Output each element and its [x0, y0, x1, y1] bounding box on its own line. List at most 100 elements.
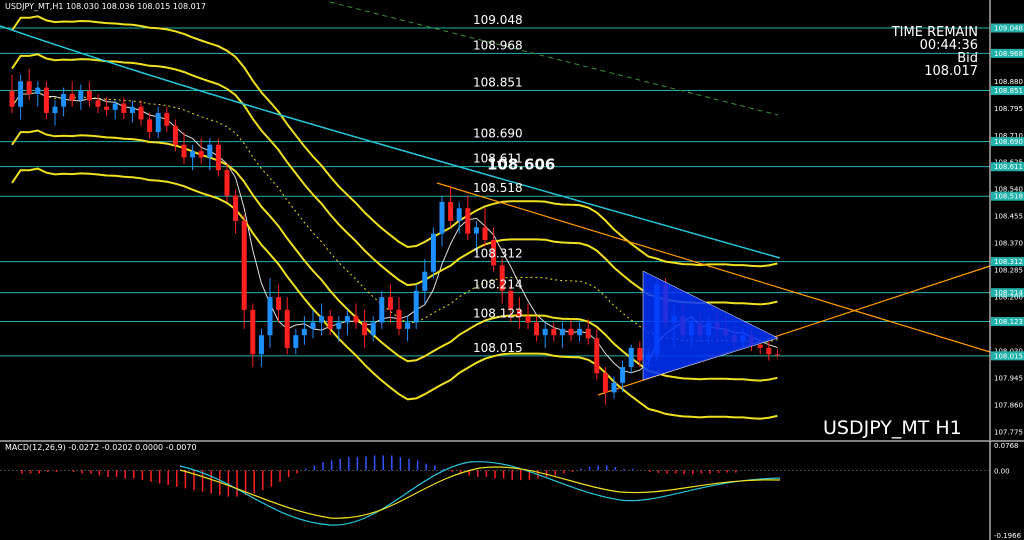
candle-bull — [422, 271, 428, 291]
candle-bull — [456, 208, 462, 221]
axis-tick-label: 107.945 — [994, 375, 1023, 383]
axis-tick-label: 108.123 — [994, 318, 1023, 326]
candle-bull — [267, 297, 273, 336]
candle-bear — [353, 316, 359, 323]
candle-bull — [405, 322, 411, 329]
candle-bear — [86, 90, 92, 101]
axis-tick-label: 107.860 — [994, 402, 1023, 410]
candle-bear — [585, 328, 591, 339]
level-labels: 109.048108.968108.851108.690108.611108.5… — [473, 13, 555, 355]
axis-tick-label: 108.795 — [994, 105, 1023, 113]
candle-bear — [233, 195, 239, 221]
candle-bear — [276, 297, 282, 310]
candle-bull — [628, 347, 634, 367]
axis-tick-label: 108.200 — [994, 294, 1023, 302]
candle-bull — [620, 366, 626, 383]
candle-bear — [525, 316, 531, 323]
level-label: 108.518 — [473, 181, 523, 195]
candle-bear — [104, 106, 110, 110]
candle-bear — [482, 227, 488, 240]
candle-bear — [284, 309, 290, 348]
candle-bull — [78, 90, 84, 101]
axis-tick-label: 108.690 — [994, 138, 1023, 146]
candle-bear — [551, 328, 557, 336]
axis-tick-label: 108.518 — [994, 193, 1023, 201]
candle-bear — [26, 81, 32, 95]
candle-bull — [319, 316, 325, 323]
axis-tick-label: 108.370 — [994, 240, 1023, 248]
triangle-pattern — [642, 270, 779, 381]
level-label: 108.123 — [473, 307, 523, 321]
candle-bull — [413, 290, 419, 323]
candle-bull — [258, 335, 264, 355]
macd-tick-label: 0.00 — [994, 467, 1010, 475]
axis-tick-label: 108.611 — [994, 163, 1023, 171]
candle-bull — [559, 328, 565, 336]
candle-bear — [224, 170, 230, 196]
candle-bull — [207, 144, 213, 158]
trend-dashed — [329, 1, 779, 116]
candle-bull — [611, 382, 617, 393]
candle-bear — [198, 151, 204, 158]
axis-tick-label: 109.048 — [994, 25, 1023, 33]
price-axis: 109.048108.968108.880108.851108.795108.7… — [989, 0, 1024, 440]
candle-bear — [387, 297, 393, 310]
macd-info: MACD(12,26,9) -0.0272 -0.0202 0.0000 -0.… — [5, 443, 197, 452]
symbol-info: USDJPY_MT,H1 108.030 108.036 108.015 108… — [5, 2, 206, 11]
candle-bear — [396, 309, 402, 329]
candle-bull — [190, 151, 196, 158]
candle-bull — [155, 113, 161, 133]
candle-bear — [774, 354, 780, 356]
candle-bear — [362, 322, 368, 336]
candle-bull — [129, 106, 135, 114]
candle-bull — [301, 328, 307, 336]
bid-value: 108.017 — [924, 64, 978, 79]
candle-bear — [164, 113, 170, 126]
candle-bull — [344, 316, 350, 323]
candle-bull — [379, 297, 385, 323]
macd-tick-label: -0.1966 — [994, 532, 1022, 540]
candle-bear — [602, 373, 608, 393]
level-label: 108.015 — [473, 341, 523, 355]
candle-bull — [61, 94, 67, 107]
axis-tick-label: 108.851 — [994, 87, 1023, 95]
candle-bear — [95, 100, 101, 107]
candle-bull — [310, 322, 316, 329]
candle-bull — [542, 328, 548, 336]
candle-bear — [43, 87, 49, 114]
candle-bear — [121, 103, 127, 114]
axis-tick-label: 108.312 — [994, 258, 1023, 266]
macd-signal-line — [179, 461, 781, 526]
candle-bull — [439, 201, 445, 234]
macd-main-line — [179, 466, 781, 519]
macd-tick-label: 0.0768 — [994, 442, 1019, 450]
level-label: 108.968 — [473, 38, 523, 52]
candle-bear — [147, 119, 153, 133]
time-remain-panel: TIME REMAIN 00:44:36 Bid 108.017 — [892, 26, 978, 78]
candle-bull — [430, 233, 436, 272]
candle-bear — [637, 347, 643, 361]
candle-bear — [534, 322, 540, 336]
macd-panel: 0.0768 0.00 -0.1966 — [0, 440, 1024, 540]
level-label: 108.214 — [473, 278, 523, 292]
candle-bull — [18, 81, 24, 107]
level-label: 108.690 — [473, 127, 523, 141]
candle-bear — [448, 201, 454, 221]
level-label: 108.312 — [473, 247, 523, 261]
axis-tick-label: 107.775 — [994, 429, 1023, 437]
axis-tick-label: 108.880 — [994, 78, 1023, 86]
candle-bear — [465, 208, 471, 234]
marked-price-label: 108.606 — [487, 155, 555, 173]
candle-bull — [112, 103, 118, 110]
axis-tick-label: 108.015 — [994, 352, 1023, 360]
triangle-shape — [642, 270, 779, 381]
level-label: 108.851 — [473, 76, 523, 90]
candle-bull — [370, 322, 376, 336]
candle-bear — [327, 316, 333, 329]
bollinger-band — [11, 53, 778, 306]
candle-bear — [138, 106, 144, 120]
axis-tick-label: 108.455 — [994, 213, 1023, 221]
price-chart[interactable]: 109.048 108.968 108.851 108.690 108.611 108.5… — [0, 0, 1024, 540]
candle-bull — [473, 227, 479, 234]
candle-bear — [69, 94, 75, 101]
